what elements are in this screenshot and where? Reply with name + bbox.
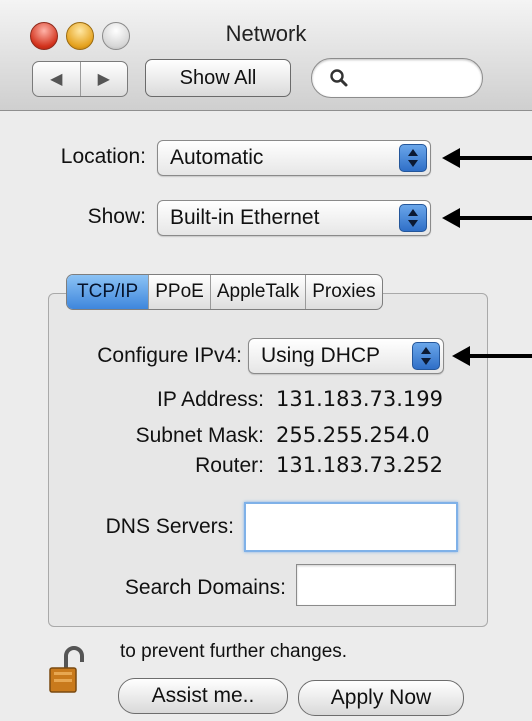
location-label: Location: bbox=[60, 145, 146, 168]
show-popup[interactable]: Built-in Ethernet bbox=[157, 200, 431, 236]
ip-address-label: IP Address: bbox=[156, 388, 264, 411]
triangle-right-icon: ▶ bbox=[97, 71, 110, 88]
search-domains-input[interactable] bbox=[297, 565, 455, 605]
popup-stepper-icon bbox=[399, 144, 427, 172]
configure-ipv4-popup[interactable]: Using DHCP bbox=[248, 338, 444, 374]
tab-ppoe[interactable]: PPoE bbox=[149, 275, 211, 309]
search-input[interactable] bbox=[356, 67, 475, 91]
triangle-left-icon: ◀ bbox=[50, 71, 63, 88]
tab-appletalk[interactable]: AppleTalk bbox=[211, 275, 307, 309]
forward-button[interactable]: ▶ bbox=[81, 62, 128, 96]
lock-message: to prevent further changes. bbox=[120, 641, 348, 662]
show-all-button[interactable]: Show All bbox=[145, 59, 291, 97]
show-label: Show: bbox=[87, 205, 146, 228]
location-value: Automatic bbox=[170, 146, 264, 169]
arrow-left-icon bbox=[442, 208, 532, 228]
arrow-left-icon bbox=[442, 148, 532, 168]
title-toolbar: Network ◀ ▶ Show All bbox=[0, 0, 532, 111]
search-domains-field[interactable] bbox=[296, 564, 456, 606]
dns-servers-field[interactable] bbox=[244, 502, 458, 552]
back-forward-control: ◀ ▶ bbox=[32, 61, 128, 97]
network-preferences-window: Network ◀ ▶ Show All Location: Automatic… bbox=[0, 0, 532, 721]
arrow-left-icon bbox=[452, 346, 532, 366]
popup-stepper-icon bbox=[412, 342, 440, 370]
location-popup[interactable]: Automatic bbox=[157, 140, 431, 176]
configure-ipv4-value: Using DHCP bbox=[261, 344, 381, 367]
padlock-open-icon[interactable] bbox=[48, 646, 84, 694]
dns-servers-input[interactable] bbox=[246, 504, 456, 550]
search-domains-label: Search Domains: bbox=[124, 576, 286, 599]
router-value: 131.183.73.252 bbox=[276, 453, 443, 477]
tab-tcpip[interactable]: TCP/IP bbox=[67, 275, 150, 309]
show-value: Built-in Ethernet bbox=[170, 206, 320, 229]
subnet-mask-value: 255.255.254.0 bbox=[276, 423, 430, 447]
search-icon bbox=[330, 69, 348, 87]
assist-me-button[interactable]: Assist me.. bbox=[118, 678, 288, 714]
subnet-mask-label: Subnet Mask: bbox=[135, 424, 264, 447]
popup-stepper-icon bbox=[399, 204, 427, 232]
tab-proxies[interactable]: Proxies bbox=[306, 275, 381, 309]
ip-address-value: 131.183.73.199 bbox=[276, 387, 443, 411]
router-label: Router: bbox=[195, 454, 264, 477]
back-button[interactable]: ◀ bbox=[33, 62, 81, 96]
configure-ipv4-label: Configure IPv4: bbox=[97, 344, 242, 367]
apply-now-button[interactable]: Apply Now bbox=[298, 680, 464, 716]
tab-bar: TCP/IP PPoE AppleTalk Proxies bbox=[66, 274, 383, 310]
window-title: Network bbox=[225, 21, 307, 46]
dns-servers-label: DNS Servers: bbox=[105, 515, 234, 538]
search-field[interactable] bbox=[311, 58, 483, 98]
